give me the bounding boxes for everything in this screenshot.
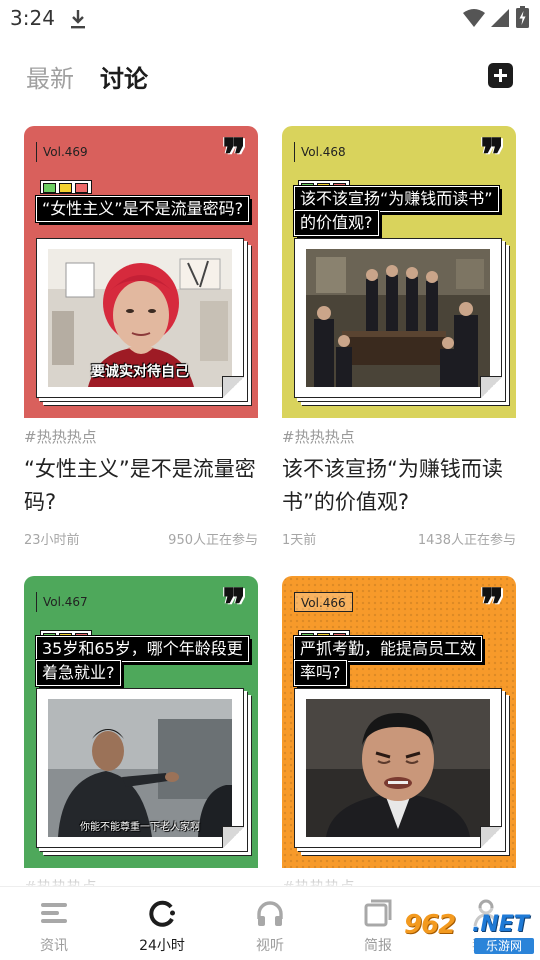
watermark-subtitle: 乐游网	[474, 938, 534, 954]
card-participants: 950人正在参与	[168, 533, 258, 548]
discussion-card[interactable]: Vol.467 ❞ 35岁和65岁，哪个年龄段更 着急就业? 你能不能尊重一下老…	[24, 576, 258, 897]
question-line: 35岁和65岁，哪个年龄段更	[35, 635, 250, 663]
card-cover: Vol.469 ❞ “女性主义”是不是流量密码? 要诚实对待自己	[24, 126, 258, 418]
volume-badge: Vol.468	[294, 142, 352, 162]
photo-subtitle: 你能不能尊重一下老人家啊	[80, 822, 200, 833]
page-fold-icon	[222, 826, 244, 848]
quote-mark-icon: ❞	[480, 130, 504, 181]
page-fold-icon	[480, 826, 502, 848]
news-icon	[41, 903, 67, 923]
quote-mark-icon: ❞	[222, 580, 246, 631]
cover-photo	[306, 249, 490, 387]
question-line: 的价值观?	[293, 209, 380, 237]
briefing-icon	[364, 899, 392, 927]
card-time: 1天前	[282, 533, 317, 548]
page-fold-icon	[480, 376, 502, 398]
top-tab-bar: 最新 讨论	[26, 58, 148, 94]
cover-photo: 要诚实对待自己	[48, 249, 232, 387]
question-line: 率吗?	[293, 659, 348, 687]
photo-frame	[294, 238, 502, 398]
cover-photo: 你能不能尊重一下老人家啊	[48, 699, 232, 837]
window-dots-icon	[40, 180, 92, 194]
headphones-icon	[257, 901, 283, 926]
page-fold-icon	[222, 376, 244, 398]
watermark-logo: 962	[404, 910, 456, 940]
photo-frame: 你能不能尊重一下老人家啊	[36, 688, 244, 848]
nav-label: 24小时	[139, 938, 185, 954]
photo-frame: 要诚实对待自己	[36, 238, 244, 398]
24h-ring-icon	[149, 900, 175, 927]
question-line: “女性主义”是不是流量密码?	[34, 195, 251, 223]
card-participants: 1438人正在参与	[417, 533, 516, 548]
card-meta: 23小时前 950人正在参与	[24, 529, 258, 548]
battery-charging-icon	[516, 6, 529, 28]
wifi-icon	[463, 9, 485, 27]
status-bar: 3:24	[0, 0, 540, 40]
volume-badge: Vol.467	[36, 592, 94, 612]
photo-subtitle: 要诚实对待自己	[91, 364, 189, 380]
download-icon	[71, 10, 85, 29]
nav-label: 视听	[256, 938, 284, 954]
nav-item-24h[interactable]: 24小时	[108, 887, 216, 960]
quote-mark-icon: ❞	[222, 130, 246, 181]
card-cover: Vol.468 ❞ 该不该宣扬“为赚钱而读书” 的价值观?	[282, 126, 516, 418]
discussion-card[interactable]: Vol.466 ❞ 严抓考勤，能提高员工效 率吗?	[282, 576, 516, 897]
watermark-net: .NET	[472, 912, 529, 937]
status-time: 3:24	[10, 6, 55, 30]
discussion-card[interactable]: Vol.468 ❞ 该不该宣扬“为赚钱而读书” 的价值观? #热热热点 该不该宣…	[282, 126, 516, 548]
card-title: “女性主义”是不是流量密码?	[24, 457, 256, 514]
card-tag[interactable]: #热热热点	[24, 426, 258, 447]
card-cover: Vol.466 ❞ 严抓考勤，能提高员工效 率吗?	[282, 576, 516, 868]
tab-discussion[interactable]: 讨论	[100, 59, 148, 94]
discussion-card[interactable]: Vol.469 ❞ “女性主义”是不是流量密码? 要诚实对待自己 #热热热点 “…	[24, 126, 258, 548]
site-watermark: 962 .NET 乐游网	[402, 908, 536, 956]
add-post-button[interactable]	[488, 63, 513, 88]
card-time: 23小时前	[24, 533, 80, 548]
tab-latest[interactable]: 最新	[26, 59, 74, 94]
card-tag[interactable]: #热热热点	[282, 426, 516, 447]
volume-badge: Vol.469	[36, 142, 94, 162]
photo-frame	[294, 688, 502, 848]
card-title: 该不该宣扬“为赚钱而读书”的价值观?	[282, 457, 503, 514]
quote-mark-icon: ❞	[480, 580, 504, 631]
nav-item-news[interactable]: 资讯	[0, 887, 108, 960]
question-line: 着急就业?	[35, 659, 122, 687]
cover-photo	[306, 699, 490, 837]
card-cover: Vol.467 ❞ 35岁和65岁，哪个年龄段更 着急就业? 你能不能尊重一下老…	[24, 576, 258, 868]
question-line: 严抓考勤，能提高员工效	[292, 635, 484, 663]
nav-item-audio-video[interactable]: 视听	[216, 887, 324, 960]
cellular-signal-icon	[491, 9, 509, 27]
nav-label: 资讯	[40, 938, 68, 954]
volume-badge: Vol.466	[294, 592, 353, 612]
question-line: 该不该宣扬“为赚钱而读书”	[293, 185, 500, 213]
card-meta: 1天前 1438人正在参与	[282, 529, 516, 548]
